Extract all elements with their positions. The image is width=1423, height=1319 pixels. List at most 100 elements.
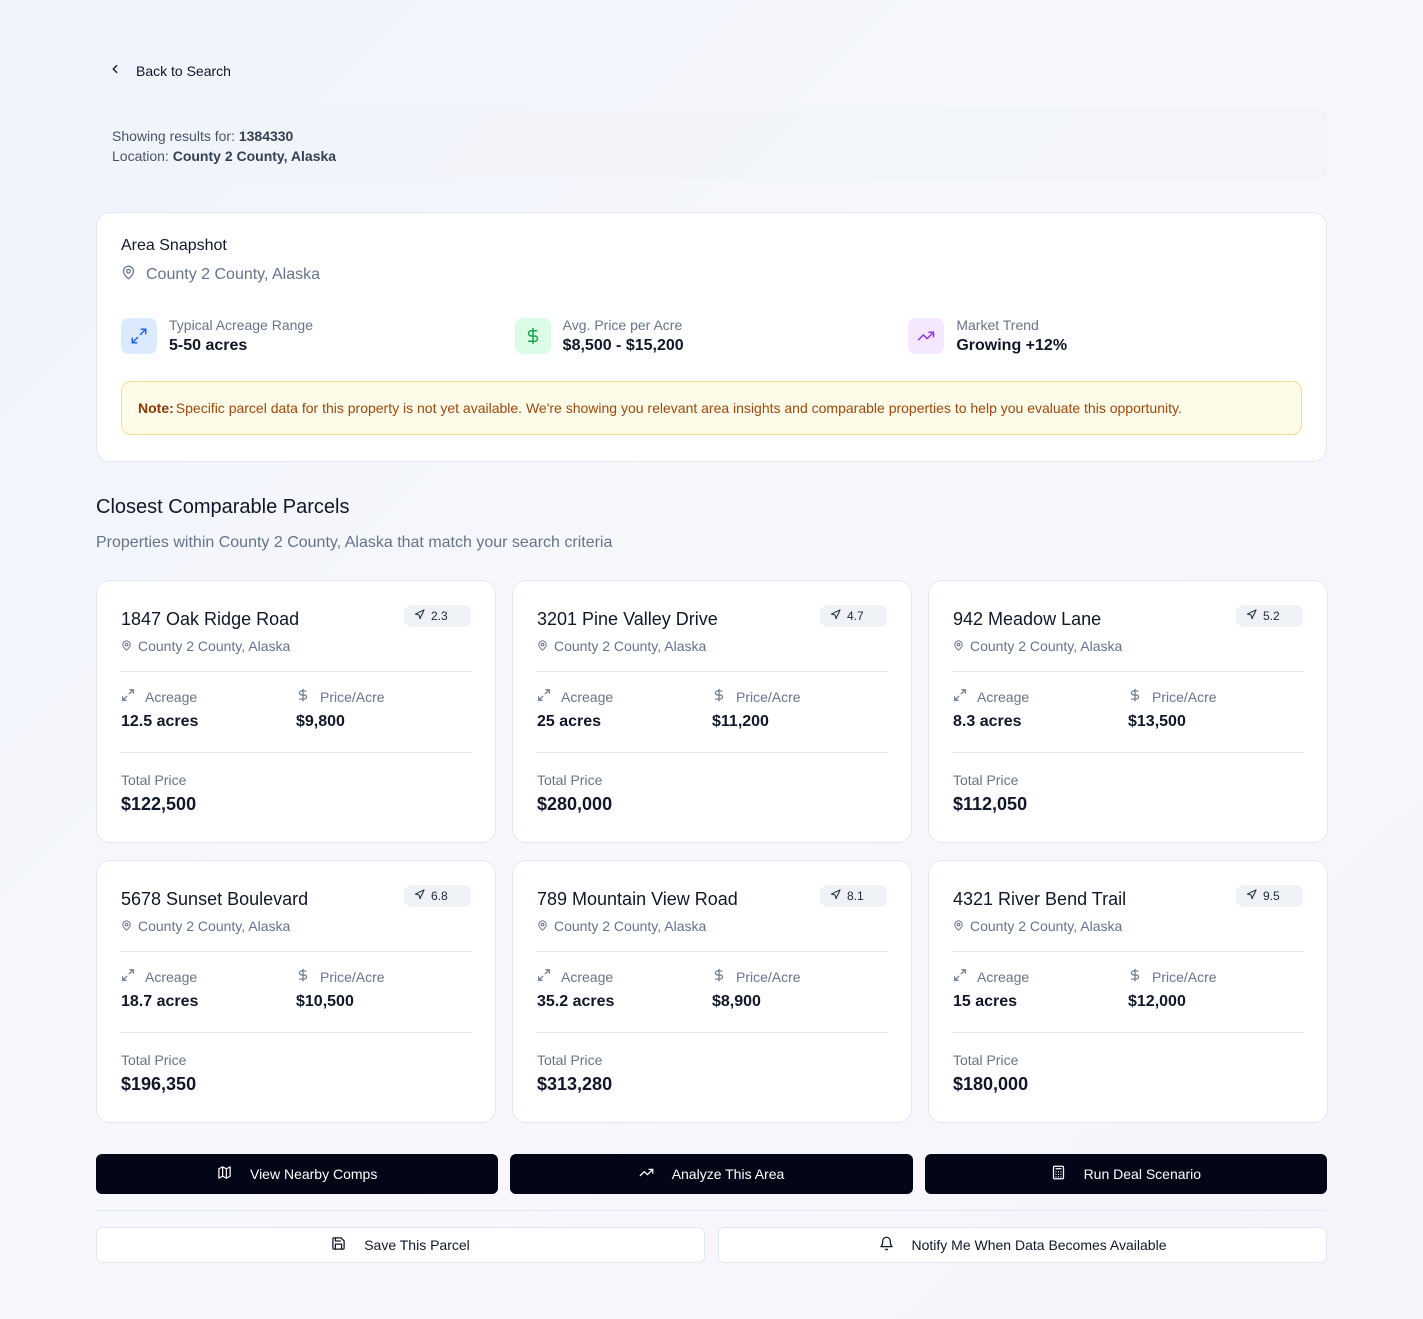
- acreage-value: 12.5 acres: [121, 713, 199, 730]
- total-price: Total Price $180,000: [953, 1033, 1303, 1095]
- area-snapshot-card: Area Snapshot County 2 County, Alaska Ty…: [96, 212, 1327, 462]
- acreage-label: Acreage: [977, 968, 1030, 985]
- acreage-label: Acreage: [145, 968, 198, 985]
- price-per-acre-metric: Price/Acre $12,000: [1128, 968, 1303, 1032]
- price-per-acre-metric: Price/Acre $9,800: [296, 688, 471, 752]
- price-per-acre-value: $8,900: [712, 993, 761, 1010]
- comp-card[interactable]: 942 Meadow Lane 5.2 County 2 County, Ala…: [928, 580, 1328, 843]
- comp-card[interactable]: 4321 River Bend Trail 9.5 County 2 Count…: [928, 860, 1328, 1123]
- total-price-value: $280,000: [537, 794, 613, 814]
- map-pin-icon: [537, 638, 548, 654]
- comp-card[interactable]: 3201 Pine Valley Drive 4.7 County 2 Coun…: [512, 580, 912, 843]
- comps-section-title: Closest Comparable Parcels: [96, 496, 350, 518]
- acreage-value: 35.2 acres: [537, 993, 615, 1010]
- comps-grid: 1847 Oak Ridge Road 2.3 County 2 County,…: [96, 580, 1328, 1123]
- comp-address: 4321 River Bend Trail: [953, 889, 1127, 909]
- price-per-acre-metric: Price/Acre $13,500: [1128, 688, 1303, 752]
- comps-section-subtitle: Properties within County 2 County, Alask…: [96, 534, 613, 551]
- comp-card[interactable]: 789 Mountain View Road 8.1 County 2 Coun…: [512, 860, 912, 1123]
- save-icon: [331, 1236, 346, 1254]
- comp-location: County 2 County, Alaska: [537, 918, 887, 934]
- search-query-value: 1384330: [238, 128, 294, 144]
- acreage-metric: Acreage 12.5 acres: [121, 688, 296, 752]
- calculator-icon: [1051, 1165, 1066, 1183]
- total-price-value: $180,000: [953, 1074, 1029, 1094]
- navigation-icon: [830, 889, 841, 903]
- price-per-acre-value: $13,500: [1128, 713, 1186, 730]
- stat-value: $8,500 - $15,200: [562, 337, 684, 354]
- comp-address: 3201 Pine Valley Drive: [537, 609, 718, 629]
- comp-card[interactable]: 5678 Sunset Boulevard 6.8 County 2 Count…: [96, 860, 496, 1123]
- comp-metrics: Acreage 18.7 acres Price/Acre $10,500: [121, 952, 471, 1032]
- total-price-value: $196,350: [121, 1074, 197, 1094]
- dollar-icon: [712, 968, 726, 985]
- back-to-search-link[interactable]: Back to Search: [108, 62, 231, 79]
- location-label: Location:: [112, 148, 169, 164]
- notify-me-label: Notify Me When Data Becomes Available: [911, 1237, 1167, 1253]
- run-deal-scenario-button[interactable]: Run Deal Scenario: [924, 1154, 1327, 1194]
- comp-address: 789 Mountain View Road: [537, 889, 738, 909]
- total-price: Total Price $313,280: [537, 1033, 887, 1095]
- distance-badge: 4.7: [820, 605, 887, 627]
- back-to-search-label: Back to Search: [136, 62, 231, 79]
- view-nearby-comps-button[interactable]: View Nearby Comps: [96, 1154, 499, 1194]
- comp-location: County 2 County, Alaska: [537, 638, 887, 654]
- map-pin-icon: [953, 638, 964, 654]
- notify-me-button[interactable]: Notify Me When Data Becomes Available: [718, 1227, 1327, 1263]
- price-per-acre-value: $11,200: [712, 713, 769, 730]
- acreage-metric: Acreage 15 acres: [953, 968, 1128, 1032]
- comp-card[interactable]: 1847 Oak Ridge Road 2.3 County 2 County,…: [96, 580, 496, 843]
- price-per-acre-value: $10,500: [296, 993, 354, 1010]
- total-price-label: Total Price: [953, 772, 1019, 788]
- note-label: Note:: [138, 400, 174, 416]
- acreage-value: 18.7 acres: [121, 993, 199, 1010]
- dollar-icon: [514, 318, 551, 354]
- price-per-acre-value: $9,800: [296, 713, 345, 730]
- comp-metrics: Acreage 25 acres Price/Acre $11,200: [537, 672, 887, 752]
- search-query-line: Showing results for: 1384330: [112, 126, 1311, 146]
- expand-arrows-icon: [121, 968, 135, 985]
- save-parcel-button[interactable]: Save This Parcel: [96, 1227, 705, 1263]
- acreage-metric: Acreage 25 acres: [537, 688, 712, 752]
- map-pin-icon: [121, 918, 132, 934]
- total-price-label: Total Price: [537, 772, 603, 788]
- comp-location: County 2 County, Alaska: [953, 638, 1303, 654]
- distance-value: 4.7: [847, 609, 864, 623]
- navigation-icon: [1246, 889, 1257, 903]
- dollar-icon: [296, 688, 310, 705]
- chevron-left-icon: [108, 62, 122, 79]
- acreage-value: 25 acres: [537, 713, 602, 730]
- dollar-icon: [296, 968, 310, 985]
- comp-location: County 2 County, Alaska: [953, 918, 1303, 934]
- price-per-acre-label: Price/Acre: [736, 688, 801, 705]
- price-per-acre-metric: Price/Acre $10,500: [296, 968, 471, 1032]
- map-pin-icon: [537, 918, 548, 934]
- run-deal-scenario-label: Run Deal Scenario: [1083, 1166, 1202, 1182]
- total-price-label: Total Price: [121, 772, 187, 788]
- total-price: Total Price $196,350: [121, 1033, 471, 1095]
- expand-arrows-icon: [953, 688, 967, 705]
- price-per-acre-value: $12,000: [1128, 993, 1186, 1010]
- area-snapshot-location: County 2 County, Alaska: [121, 265, 1302, 285]
- navigation-icon: [830, 609, 841, 623]
- distance-value: 5.2: [1263, 609, 1280, 623]
- acreage-metric: Acreage 35.2 acres: [537, 968, 712, 1032]
- analyze-area-button[interactable]: Analyze This Area: [510, 1154, 913, 1194]
- comp-metrics: Acreage 15 acres Price/Acre $12,000: [953, 952, 1303, 1032]
- comp-metrics: Acreage 12.5 acres Price/Acre $9,800: [121, 672, 471, 752]
- price-per-acre-label: Price/Acre: [320, 688, 385, 705]
- search-location-line: Location: County 2 County, Alaska: [112, 146, 1311, 166]
- view-nearby-comps-label: View Nearby Comps: [249, 1166, 378, 1182]
- showing-label: Showing results for:: [112, 128, 235, 144]
- total-price-label: Total Price: [953, 1052, 1019, 1068]
- total-price-label: Total Price: [121, 1052, 187, 1068]
- price-per-acre-metric: Price/Acre $11,200: [712, 688, 887, 752]
- total-price: Total Price $122,500: [121, 753, 471, 815]
- comp-address: 942 Meadow Lane: [953, 609, 1102, 629]
- price-per-acre-label: Price/Acre: [320, 968, 385, 985]
- map-pin-icon: [121, 265, 136, 285]
- acreage-label: Acreage: [977, 688, 1030, 705]
- acreage-metric: Acreage 18.7 acres: [121, 968, 296, 1032]
- total-price-value: $122,500: [121, 794, 197, 814]
- stat-value: 5-50 acres: [169, 337, 248, 354]
